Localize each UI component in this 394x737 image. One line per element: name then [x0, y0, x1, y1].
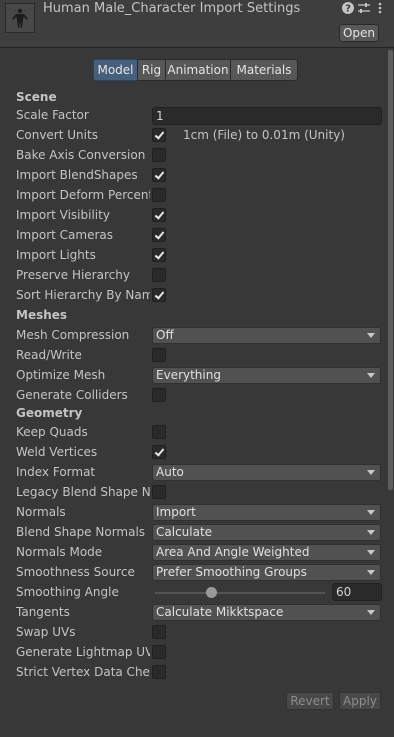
index-format-dropdown[interactable]: Auto [152, 464, 381, 481]
mesh-compression-dropdown[interactable]: Off [152, 327, 381, 344]
import-cameras-label: Import Cameras [16, 228, 113, 242]
tangents-dropdown[interactable]: Calculate Mikktspace [152, 604, 381, 621]
import-deform-checkbox[interactable] [152, 188, 166, 202]
generate-lightmap-uvs-label: Generate Lightmap UVs [16, 645, 150, 659]
sort-hierarchy-checkbox[interactable] [152, 288, 166, 302]
read-write-label: Read/Write [16, 348, 82, 362]
scale-factor-label: Scale Factor [16, 108, 89, 122]
read-write-checkbox[interactable] [152, 348, 166, 362]
mesh-compression-label: Mesh Compression [16, 328, 130, 342]
tab-model[interactable]: Model [93, 59, 138, 81]
preset-sliders-icon[interactable] [357, 1, 371, 15]
normals-mode-value: Area And Angle Weighted [156, 545, 310, 559]
smoothing-angle-label: Smoothing Angle [16, 585, 119, 599]
smoothness-source-label: Smoothness Source [16, 565, 135, 579]
tab-rig[interactable]: Rig [137, 59, 166, 81]
legacy-blend-label: Legacy Blend Shape No [16, 485, 150, 499]
index-format-value: Auto [156, 465, 184, 479]
svg-text:?: ? [345, 4, 351, 15]
generate-colliders-checkbox[interactable] [152, 388, 166, 402]
normals-value: Import [156, 505, 196, 519]
strict-vertex-checkbox[interactable] [152, 665, 166, 679]
inspector-header: Human Male_Character Import Settings ? O… [0, 0, 394, 47]
help-icon[interactable]: ? [341, 1, 355, 15]
revert-button[interactable]: Revert [286, 692, 334, 710]
normals-mode-label: Normals Mode [16, 545, 103, 559]
import-lights-label: Import Lights [16, 248, 96, 262]
preserve-hierarchy-checkbox[interactable] [152, 268, 166, 282]
scene-heading: Scene [16, 90, 57, 104]
sort-hierarchy-label: Sort Hierarchy By Name [16, 288, 150, 302]
model-thumbnail [5, 3, 35, 33]
geometry-heading: Geometry [16, 406, 83, 420]
optimize-mesh-label: Optimize Mesh [16, 368, 106, 382]
smoothness-source-dropdown[interactable]: Prefer Smoothing Groups [152, 564, 381, 581]
open-button[interactable]: Open [339, 24, 379, 42]
smoothness-source-value: Prefer Smoothing Groups [156, 565, 307, 579]
mesh-compression-value: Off [156, 328, 174, 342]
legacy-blend-checkbox[interactable] [152, 485, 166, 499]
convert-units-checkbox[interactable] [152, 128, 166, 142]
apply-button[interactable]: Apply [339, 692, 381, 710]
import-deform-label: Import Deform Percent [16, 188, 150, 202]
normals-label: Normals [16, 505, 66, 519]
weld-vertices-label: Weld Vertices [16, 445, 98, 459]
optimize-mesh-dropdown[interactable]: Everything [152, 367, 381, 384]
chevron-down-icon [367, 550, 375, 555]
tab-animation[interactable]: Animation [165, 59, 231, 81]
tangents-label: Tangents [16, 605, 70, 619]
convert-units-note: 1cm (File) to 0.01m (Unity) [183, 128, 345, 142]
generate-lightmap-uvs-checkbox[interactable] [152, 645, 166, 659]
normals-mode-dropdown[interactable]: Area And Angle Weighted [152, 544, 381, 561]
smoothing-angle-field[interactable]: 60 [332, 583, 382, 601]
strict-vertex-label: Strict Vertex Data Checl [16, 665, 150, 679]
import-visibility-checkbox[interactable] [152, 208, 166, 222]
optimize-mesh-value: Everything [156, 368, 221, 382]
header-divider [0, 47, 394, 48]
import-blendshapes-checkbox[interactable] [152, 168, 166, 182]
tab-bar: Model Rig Animation Materials [93, 59, 298, 81]
smoothing-angle-slider-track[interactable] [155, 592, 325, 594]
tab-materials[interactable]: Materials [230, 59, 298, 81]
chevron-down-icon [367, 470, 375, 475]
import-blendshapes-label: Import BlendShapes [16, 168, 138, 182]
vertical-scrollbar[interactable] [388, 50, 393, 490]
page-title: Human Male_Character Import Settings [43, 1, 301, 16]
meshes-heading: Meshes [16, 308, 68, 322]
preserve-hierarchy-label: Preserve Hierarchy [16, 268, 130, 282]
chevron-down-icon [367, 333, 375, 338]
swap-uvs-label: Swap UVs [16, 625, 76, 639]
chevron-down-icon [367, 610, 375, 615]
chevron-down-icon [367, 510, 375, 515]
keep-quads-checkbox[interactable] [152, 425, 166, 439]
bake-axis-label: Bake Axis Conversion [16, 148, 146, 162]
keep-quads-label: Keep Quads [16, 425, 88, 439]
chevron-down-icon [367, 373, 375, 378]
menu-dots-icon[interactable] [373, 1, 387, 15]
weld-vertices-checkbox[interactable] [152, 445, 166, 459]
bake-axis-checkbox[interactable] [152, 148, 166, 162]
scale-factor-field[interactable]: 1 [152, 107, 382, 125]
import-lights-checkbox[interactable] [152, 248, 166, 262]
import-visibility-label: Import Visibility [16, 208, 110, 222]
swap-uvs-checkbox[interactable] [152, 625, 166, 639]
blend-shape-normals-dropdown[interactable]: Calculate [152, 524, 381, 541]
index-format-label: Index Format [16, 465, 96, 479]
generate-colliders-label: Generate Colliders [16, 388, 128, 402]
blend-shape-normals-label: Blend Shape Normals [16, 525, 146, 539]
normals-dropdown[interactable]: Import [152, 504, 381, 521]
blend-shape-normals-value: Calculate [156, 525, 213, 539]
character-figure-icon [12, 8, 28, 28]
smoothing-angle-slider-handle[interactable] [206, 587, 218, 598]
chevron-down-icon [367, 530, 375, 535]
tangents-value: Calculate Mikktspace [156, 605, 284, 619]
convert-units-label: Convert Units [16, 128, 98, 142]
import-cameras-checkbox[interactable] [152, 228, 166, 242]
chevron-down-icon [367, 570, 375, 575]
